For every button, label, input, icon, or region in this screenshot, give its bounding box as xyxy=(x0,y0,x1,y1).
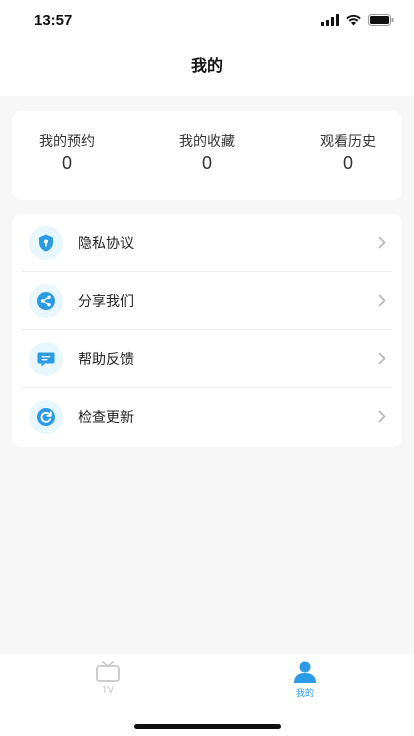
tab-tv[interactable]: TV xyxy=(68,660,148,706)
stat-value: 0 xyxy=(342,153,353,173)
stats-card: 我的预约 0 我的收藏 0 观看历史 0 xyxy=(12,111,402,200)
menu-item-share[interactable]: 分享我们 xyxy=(12,272,402,330)
menu-item-label: 检查更新 xyxy=(78,410,134,426)
user-icon xyxy=(294,661,316,683)
page-title: 我的 xyxy=(190,56,223,75)
menu-item-privacy[interactable]: 隐私协议 xyxy=(12,214,402,272)
menu-item-label: 帮助反馈 xyxy=(78,352,134,368)
feedback-icon xyxy=(29,342,63,376)
status-time: 13:57 xyxy=(34,12,73,29)
shield-icon xyxy=(29,226,63,260)
status-icons xyxy=(321,14,394,26)
chevron-right-icon xyxy=(378,352,386,365)
share-icon xyxy=(29,284,63,318)
stat-label: 我的预约 xyxy=(39,134,95,150)
stat-value: 0 xyxy=(201,153,212,173)
stat-value: 0 xyxy=(61,153,72,173)
battery-icon xyxy=(368,14,394,26)
menu-item-label: 隐私协议 xyxy=(78,236,134,252)
stat-label: 我的收藏 xyxy=(179,134,235,150)
signal-icon xyxy=(321,14,339,26)
chevron-right-icon xyxy=(378,294,386,307)
tab-label: TV xyxy=(102,686,114,696)
nav-bar: 我的 xyxy=(0,42,414,96)
menu-item-update[interactable]: 检查更新 xyxy=(12,388,402,446)
stat-history[interactable]: 观看历史 0 xyxy=(293,133,403,174)
menu-item-label: 分享我们 xyxy=(78,294,134,310)
status-bar: 13:57 xyxy=(0,0,414,42)
chevron-right-icon xyxy=(378,410,386,423)
home-indicator xyxy=(134,724,281,729)
tab-label: 我的 xyxy=(295,689,314,699)
menu-card: 隐私协议 分享我们 帮助反馈 检查更新 xyxy=(12,214,402,447)
stat-appointments[interactable]: 我的预约 0 xyxy=(12,133,122,174)
stat-label: 观看历史 xyxy=(320,134,376,150)
wifi-icon xyxy=(346,14,361,26)
refresh-icon xyxy=(29,400,63,434)
stat-favorites[interactable]: 我的收藏 0 xyxy=(152,133,262,174)
tab-mine[interactable]: 我的 xyxy=(265,660,345,706)
tv-icon xyxy=(96,661,120,682)
menu-item-feedback[interactable]: 帮助反馈 xyxy=(12,330,402,388)
chevron-right-icon xyxy=(378,236,386,249)
